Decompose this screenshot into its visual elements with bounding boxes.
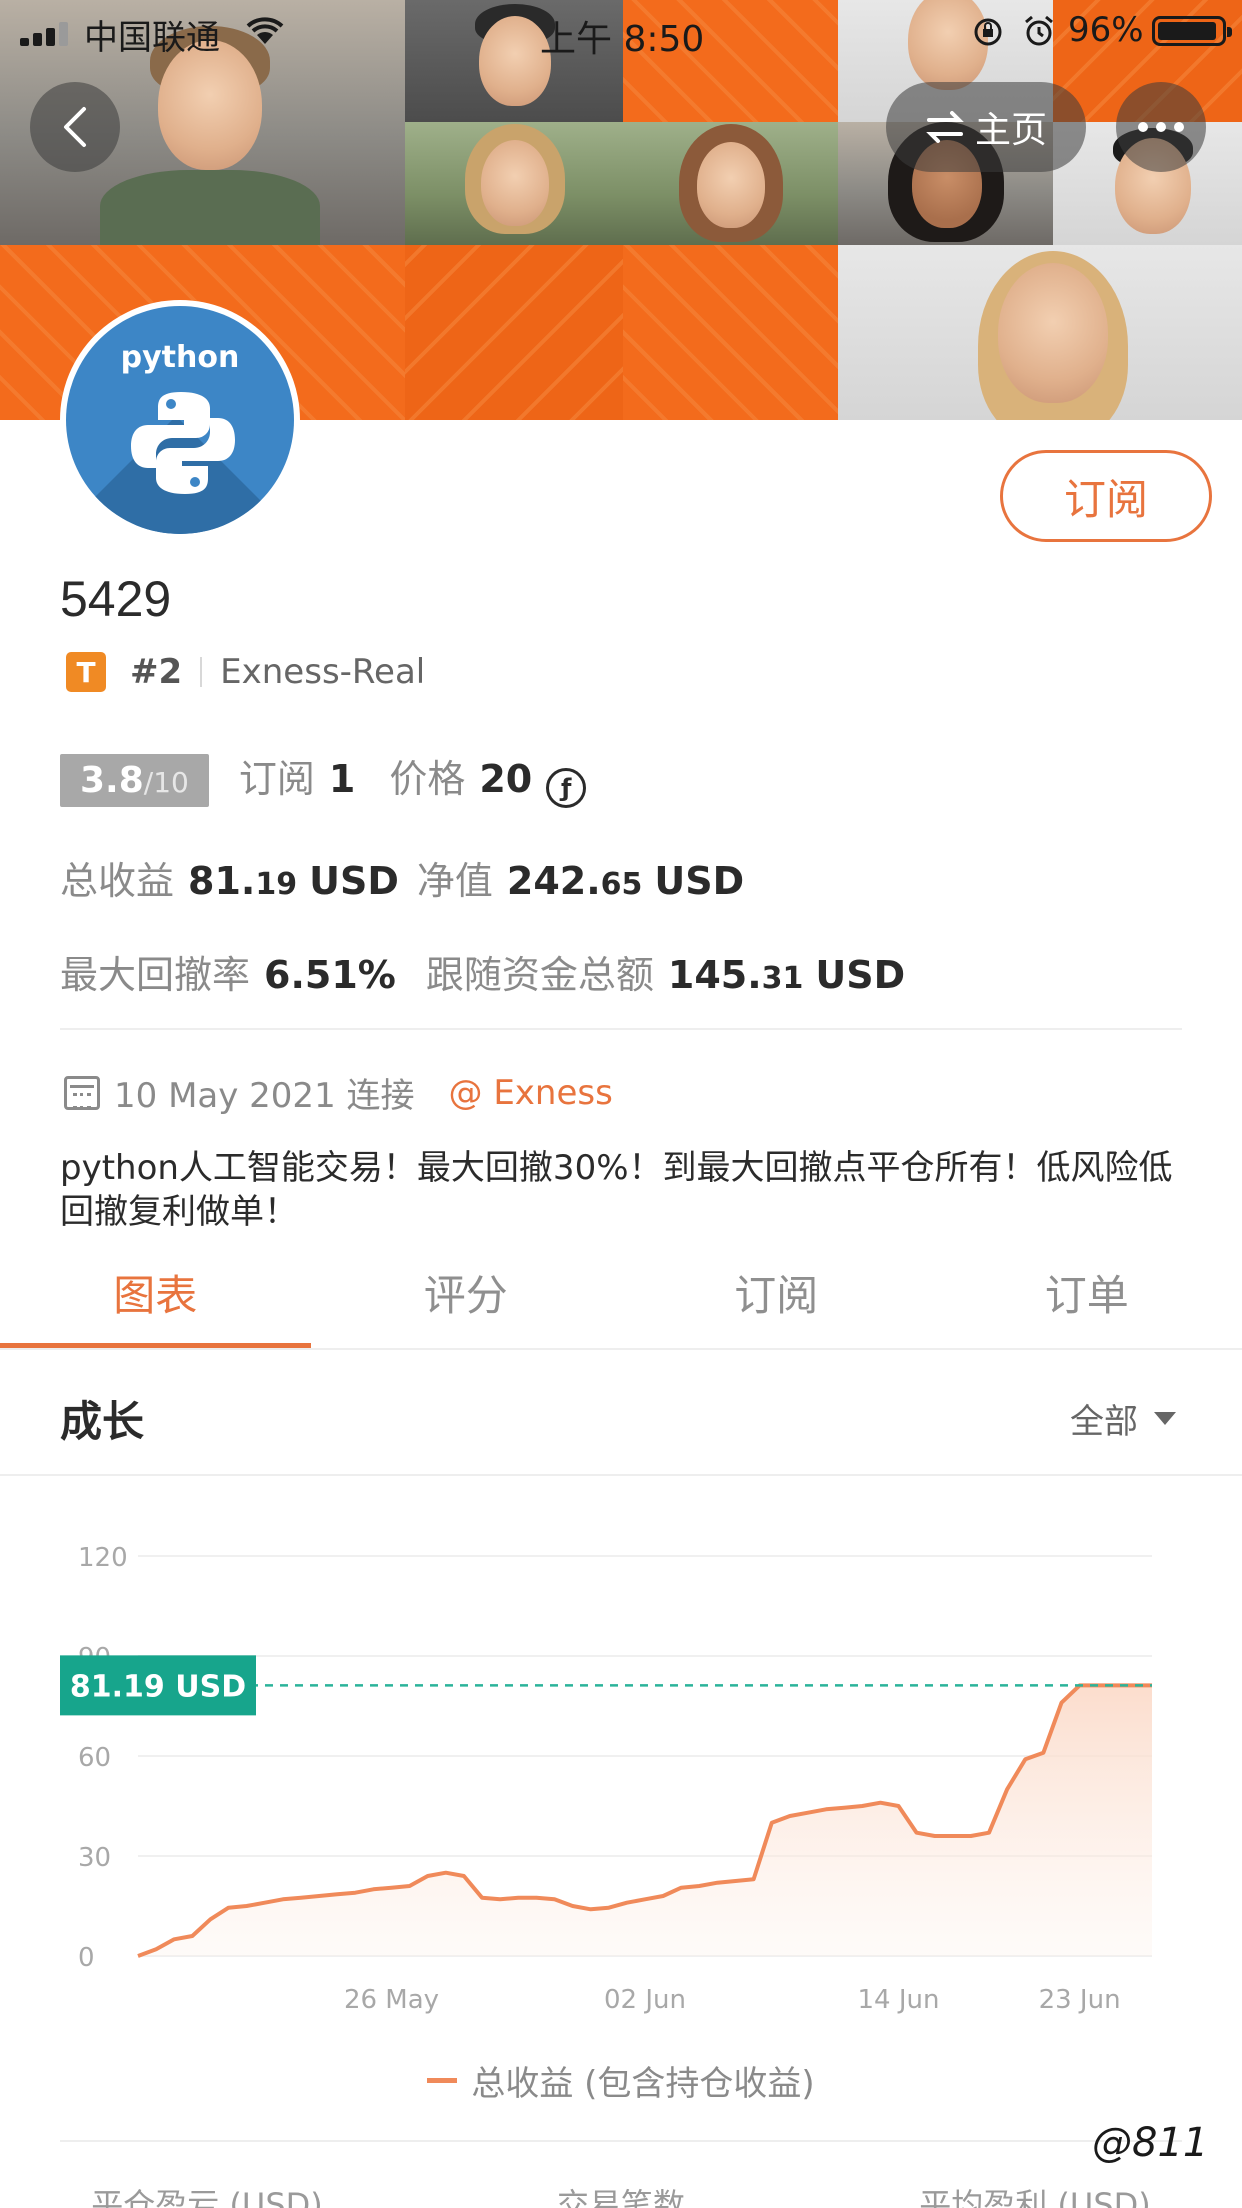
y-tick-label: 30 [78, 1843, 111, 1873]
score-value: 3.8 [80, 760, 144, 801]
subscribe-count-label: 订阅 [238, 757, 315, 801]
coin-icon: ƒ [546, 768, 587, 808]
divider [0, 1348, 1242, 1350]
broker-link[interactable]: @ Exness [449, 1073, 613, 1113]
banner-photo [623, 122, 838, 245]
calendar-icon [64, 1075, 100, 1110]
more-options-button[interactable] [1116, 82, 1206, 172]
legend-label: 总收益 (包含持仓收益) [471, 2064, 815, 2104]
tab-orders[interactable]: 订单 [932, 1248, 1242, 1348]
banner-photo [838, 245, 1242, 420]
dot-icon [1156, 122, 1166, 132]
equity-dec: 65 [600, 867, 643, 902]
follow-funds-int: 145. [667, 953, 762, 997]
tab-bar: 图表 评分 订阅 订单 [0, 1248, 1242, 1348]
avatar[interactable]: python [60, 300, 300, 540]
total-profit-label: 总收益 [60, 859, 175, 903]
battery-percent: 96% [1068, 10, 1144, 50]
divider [60, 1028, 1182, 1030]
equity-int: 242. [506, 859, 601, 903]
growth-chart: 030609012026 May02 Jun14 Jun23 Jun81.19 … [60, 1543, 1152, 2015]
wifi-icon [246, 17, 284, 44]
banner-pattern [623, 245, 838, 420]
max-drawdown-label: 最大回撤率 [60, 953, 251, 997]
server-label: Exness-Real [220, 652, 426, 692]
divider [0, 1474, 1242, 1476]
avg-profit-header: 平均盈利 (USD) [919, 2186, 1151, 2208]
banner-pattern [405, 245, 623, 420]
trade-count-header: 交易笔数 [556, 2186, 685, 2208]
total-profit-dec: 19 [255, 867, 298, 902]
home-label: 主页 [974, 110, 1047, 151]
y-tick-label: 60 [78, 1743, 111, 1773]
avatar-image: python [66, 306, 294, 534]
home-button[interactable]: 主页 [886, 82, 1086, 172]
tier-badge: T [66, 652, 106, 692]
x-tick-label: 02 Jun [604, 1985, 686, 2015]
status-bar: 中国联通 上午 8:50 96% [0, 0, 1242, 62]
x-tick-label: 14 Jun [858, 1985, 940, 2015]
banner-photo [405, 122, 623, 245]
score-max: /10 [143, 766, 189, 799]
closed-pnl-header: 平仓盈亏 (USD) [91, 2186, 323, 2208]
subscribe-count: 1 [328, 757, 356, 801]
follow-funds-unit: USD [815, 953, 906, 997]
summary-headers: 平仓盈亏 (USD) 交易笔数 平均盈利 (USD) [0, 2180, 1242, 2208]
user-name: 5429 [60, 571, 172, 627]
caret-down-icon [1154, 1412, 1176, 1425]
follow-funds-label: 跟随资金总额 [425, 953, 654, 997]
connect-row: 10 May 2021 连接 @ Exness [64, 1068, 613, 1117]
total-profit-unit: USD [309, 859, 399, 903]
series-area [138, 1685, 1152, 1956]
score-badge: 3.8 /10 [60, 754, 209, 807]
clock: 上午 8:50 [540, 19, 705, 60]
max-drawdown-value: 6.51% [264, 953, 396, 997]
avatar-text: python [120, 340, 240, 375]
price-label: 价格 [389, 757, 466, 801]
equity-unit: USD [654, 859, 745, 903]
back-button[interactable] [30, 82, 120, 172]
chart-legend[interactable]: 总收益 (包含持仓收益) [0, 2056, 1242, 2105]
range-dropdown[interactable]: 全部 [1070, 1394, 1176, 1443]
signal-icon [20, 22, 74, 46]
divider [60, 2140, 1182, 2142]
subscribe-button[interactable]: 订阅 [1000, 450, 1212, 542]
rotation-lock-icon [974, 18, 1002, 46]
score-row: 3.8 /10 订阅 1 价格 20 ƒ [60, 748, 587, 808]
total-profit-int: 81. [188, 859, 256, 903]
battery-icon [1152, 16, 1232, 46]
rank-label: #2 [130, 652, 183, 692]
x-tick-label: 26 May [344, 1985, 439, 2015]
watermark: @811 [1092, 2120, 1209, 2166]
y-tick-label: 120 [78, 1543, 128, 1573]
strategy-description: python人工智能交易！最大回撤30%！到最大回撤点平仓所有！低风险低回撤复利… [60, 1148, 1173, 1232]
account-info-row: T #2 Exness-Real [66, 650, 425, 694]
chevron-left-icon [64, 107, 86, 147]
dot-icon [1174, 122, 1184, 132]
price-value: 20 [479, 757, 533, 801]
follow-funds-dec: 31 [761, 961, 804, 996]
dot-icon [1138, 122, 1148, 132]
y-tick-label: 0 [78, 1943, 95, 1973]
separator [200, 657, 203, 687]
equity-label: 净值 [416, 859, 493, 903]
tab-chart[interactable]: 图表 [0, 1248, 311, 1348]
profit-row: 总收益 81. 19 USD 净值 242. 65 USD [60, 850, 744, 905]
section-title: 成长 [60, 1397, 145, 1446]
legend-swatch [427, 2078, 458, 2083]
range-label: 全部 [1070, 1402, 1138, 1442]
carrier-label: 中国联通 [84, 18, 220, 58]
python-logo-icon [131, 392, 235, 494]
connect-date: 10 May 2021 连接 [114, 1076, 415, 1116]
current-value-label: 81.19 USD [70, 1669, 246, 1704]
tab-subscribe[interactable]: 订阅 [621, 1248, 932, 1348]
x-tick-label: 23 Jun [1039, 1985, 1121, 2015]
tab-rating[interactable]: 评分 [311, 1248, 622, 1348]
switch-arrows-icon [926, 111, 964, 143]
drawdown-row: 最大回撤率 6.51% 跟随资金总额 145. 31 USD [60, 944, 905, 999]
alarm-icon [1025, 15, 1053, 46]
